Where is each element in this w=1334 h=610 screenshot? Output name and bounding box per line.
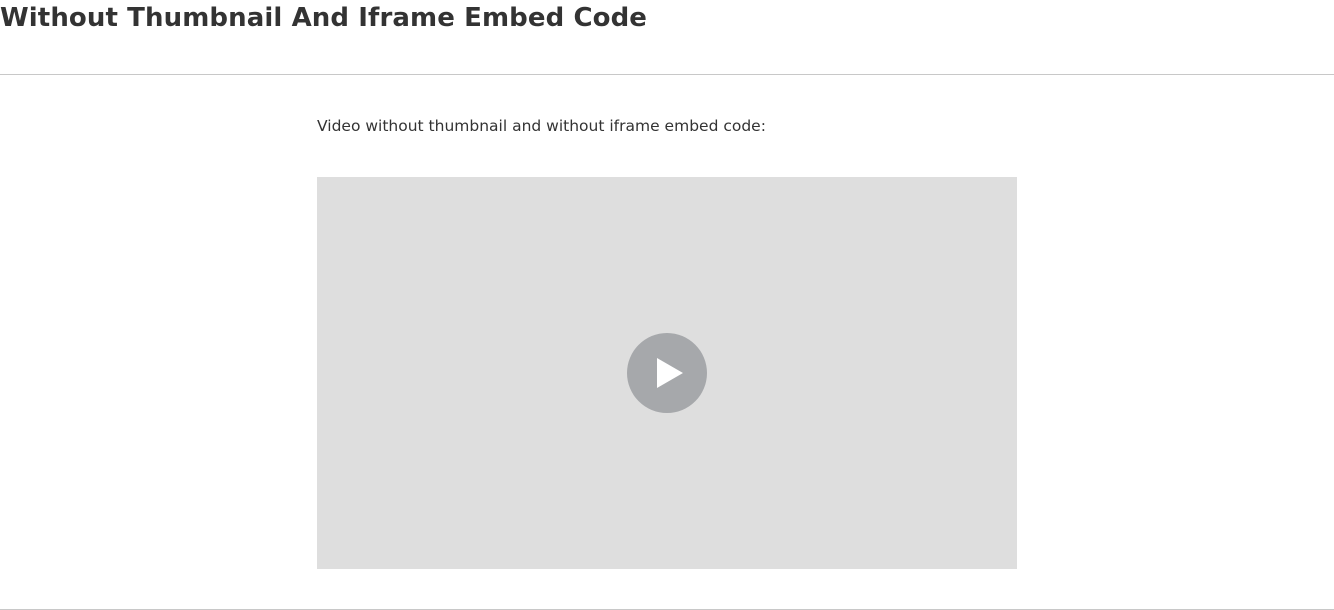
video-description: Video without thumbnail and without ifra… (317, 117, 766, 135)
play-icon (652, 358, 683, 388)
play-button[interactable] (627, 333, 707, 413)
page-title: Without Thumbnail And Iframe Embed Code (0, 3, 648, 33)
video-player[interactable] (317, 177, 1017, 569)
header-divider (0, 74, 1334, 75)
